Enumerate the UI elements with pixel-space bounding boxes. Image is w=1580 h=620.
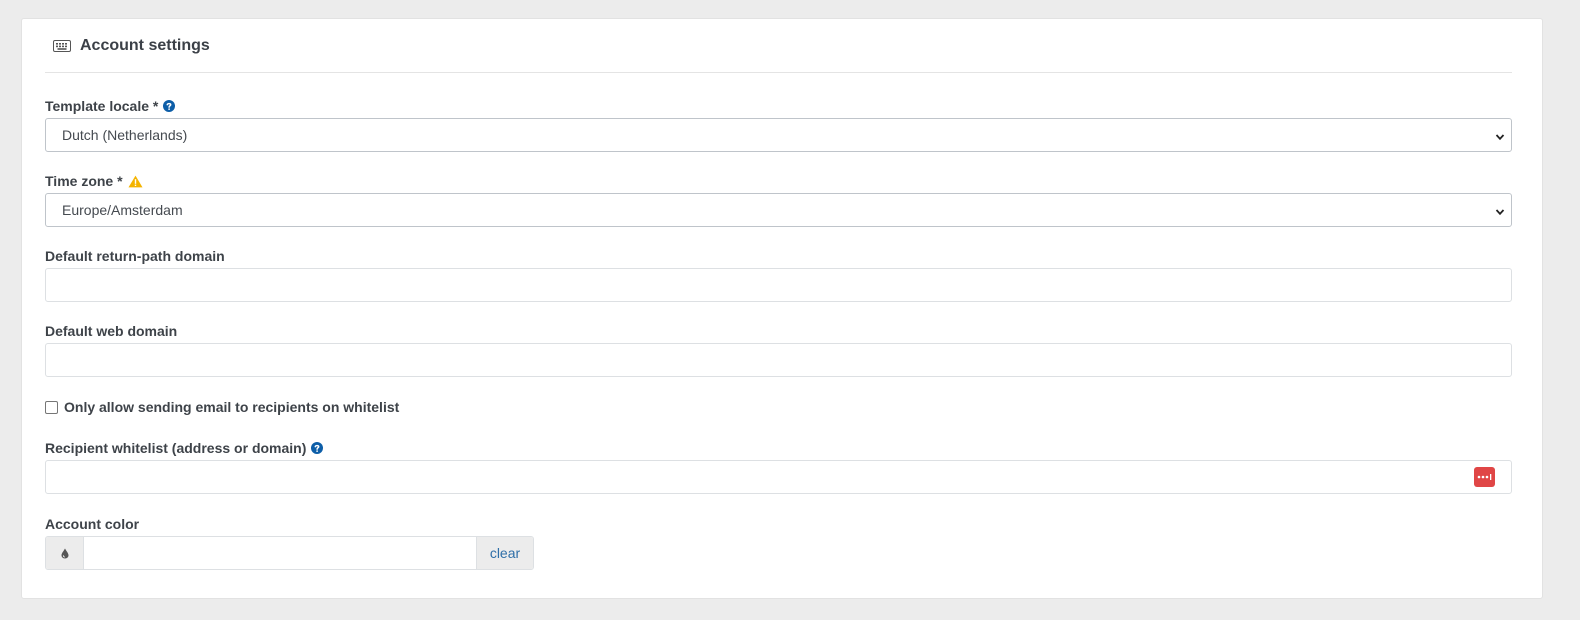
return-path-domain-input[interactable] [45, 268, 1512, 302]
web-domain-input[interactable] [45, 343, 1512, 377]
template-locale-select[interactable]: Dutch (Netherlands) [45, 118, 1512, 152]
account-color-field: Account color [45, 514, 1512, 534]
keyboard-icon [53, 39, 71, 52]
account-color-label: Account color [45, 516, 140, 532]
chevron-down-icon [1495, 129, 1505, 145]
time-zone-select[interactable]: Europe/Amsterdam [45, 193, 1512, 227]
web-domain-field: Default web domain [45, 321, 1512, 377]
whitelist-only-row: Only allow sending email to recipients o… [45, 399, 399, 415]
web-domain-label: Default web domain [45, 323, 178, 339]
chevron-down-icon [1495, 204, 1505, 220]
template-locale-label-text: Template locale * [45, 98, 159, 114]
droplet-icon [46, 537, 84, 569]
warning-icon[interactable] [128, 175, 143, 188]
card-header: Account settings [45, 19, 1512, 73]
recipient-whitelist-label-text: Recipient whitelist (address or domain) [45, 440, 307, 456]
account-color-input-group: clear [45, 536, 534, 570]
recipient-whitelist-input[interactable] [45, 460, 1512, 494]
recipient-whitelist-field: Recipient whitelist (address or domain) [45, 438, 1512, 494]
password-manager-icon[interactable] [1474, 467, 1495, 487]
return-path-domain-field: Default return-path domain [45, 246, 1512, 302]
account-color-input[interactable] [84, 537, 476, 569]
time-zone-label-text: Time zone * [45, 173, 123, 189]
template-locale-label: Template locale * [45, 96, 1512, 116]
card-title: Account settings [80, 36, 210, 54]
help-icon[interactable] [163, 100, 176, 112]
clear-color-button[interactable]: clear [476, 537, 533, 569]
time-zone-label: Time zone * [45, 171, 1512, 191]
return-path-domain-label: Default return-path domain [45, 248, 225, 264]
account-settings-card: Account settings Template locale * Dutch… [21, 18, 1543, 599]
whitelist-only-checkbox[interactable] [45, 400, 58, 414]
whitelist-only-label[interactable]: Only allow sending email to recipients o… [64, 399, 399, 415]
time-zone-field: Time zone * Europe/Amsterdam [45, 171, 1512, 227]
time-zone-value: Europe/Amsterdam [62, 202, 183, 218]
recipient-whitelist-label: Recipient whitelist (address or domain) [45, 438, 1512, 458]
help-icon[interactable] [311, 442, 324, 454]
template-locale-field: Template locale * Dutch (Netherlands) [45, 96, 1512, 152]
template-locale-value: Dutch (Netherlands) [62, 127, 188, 143]
